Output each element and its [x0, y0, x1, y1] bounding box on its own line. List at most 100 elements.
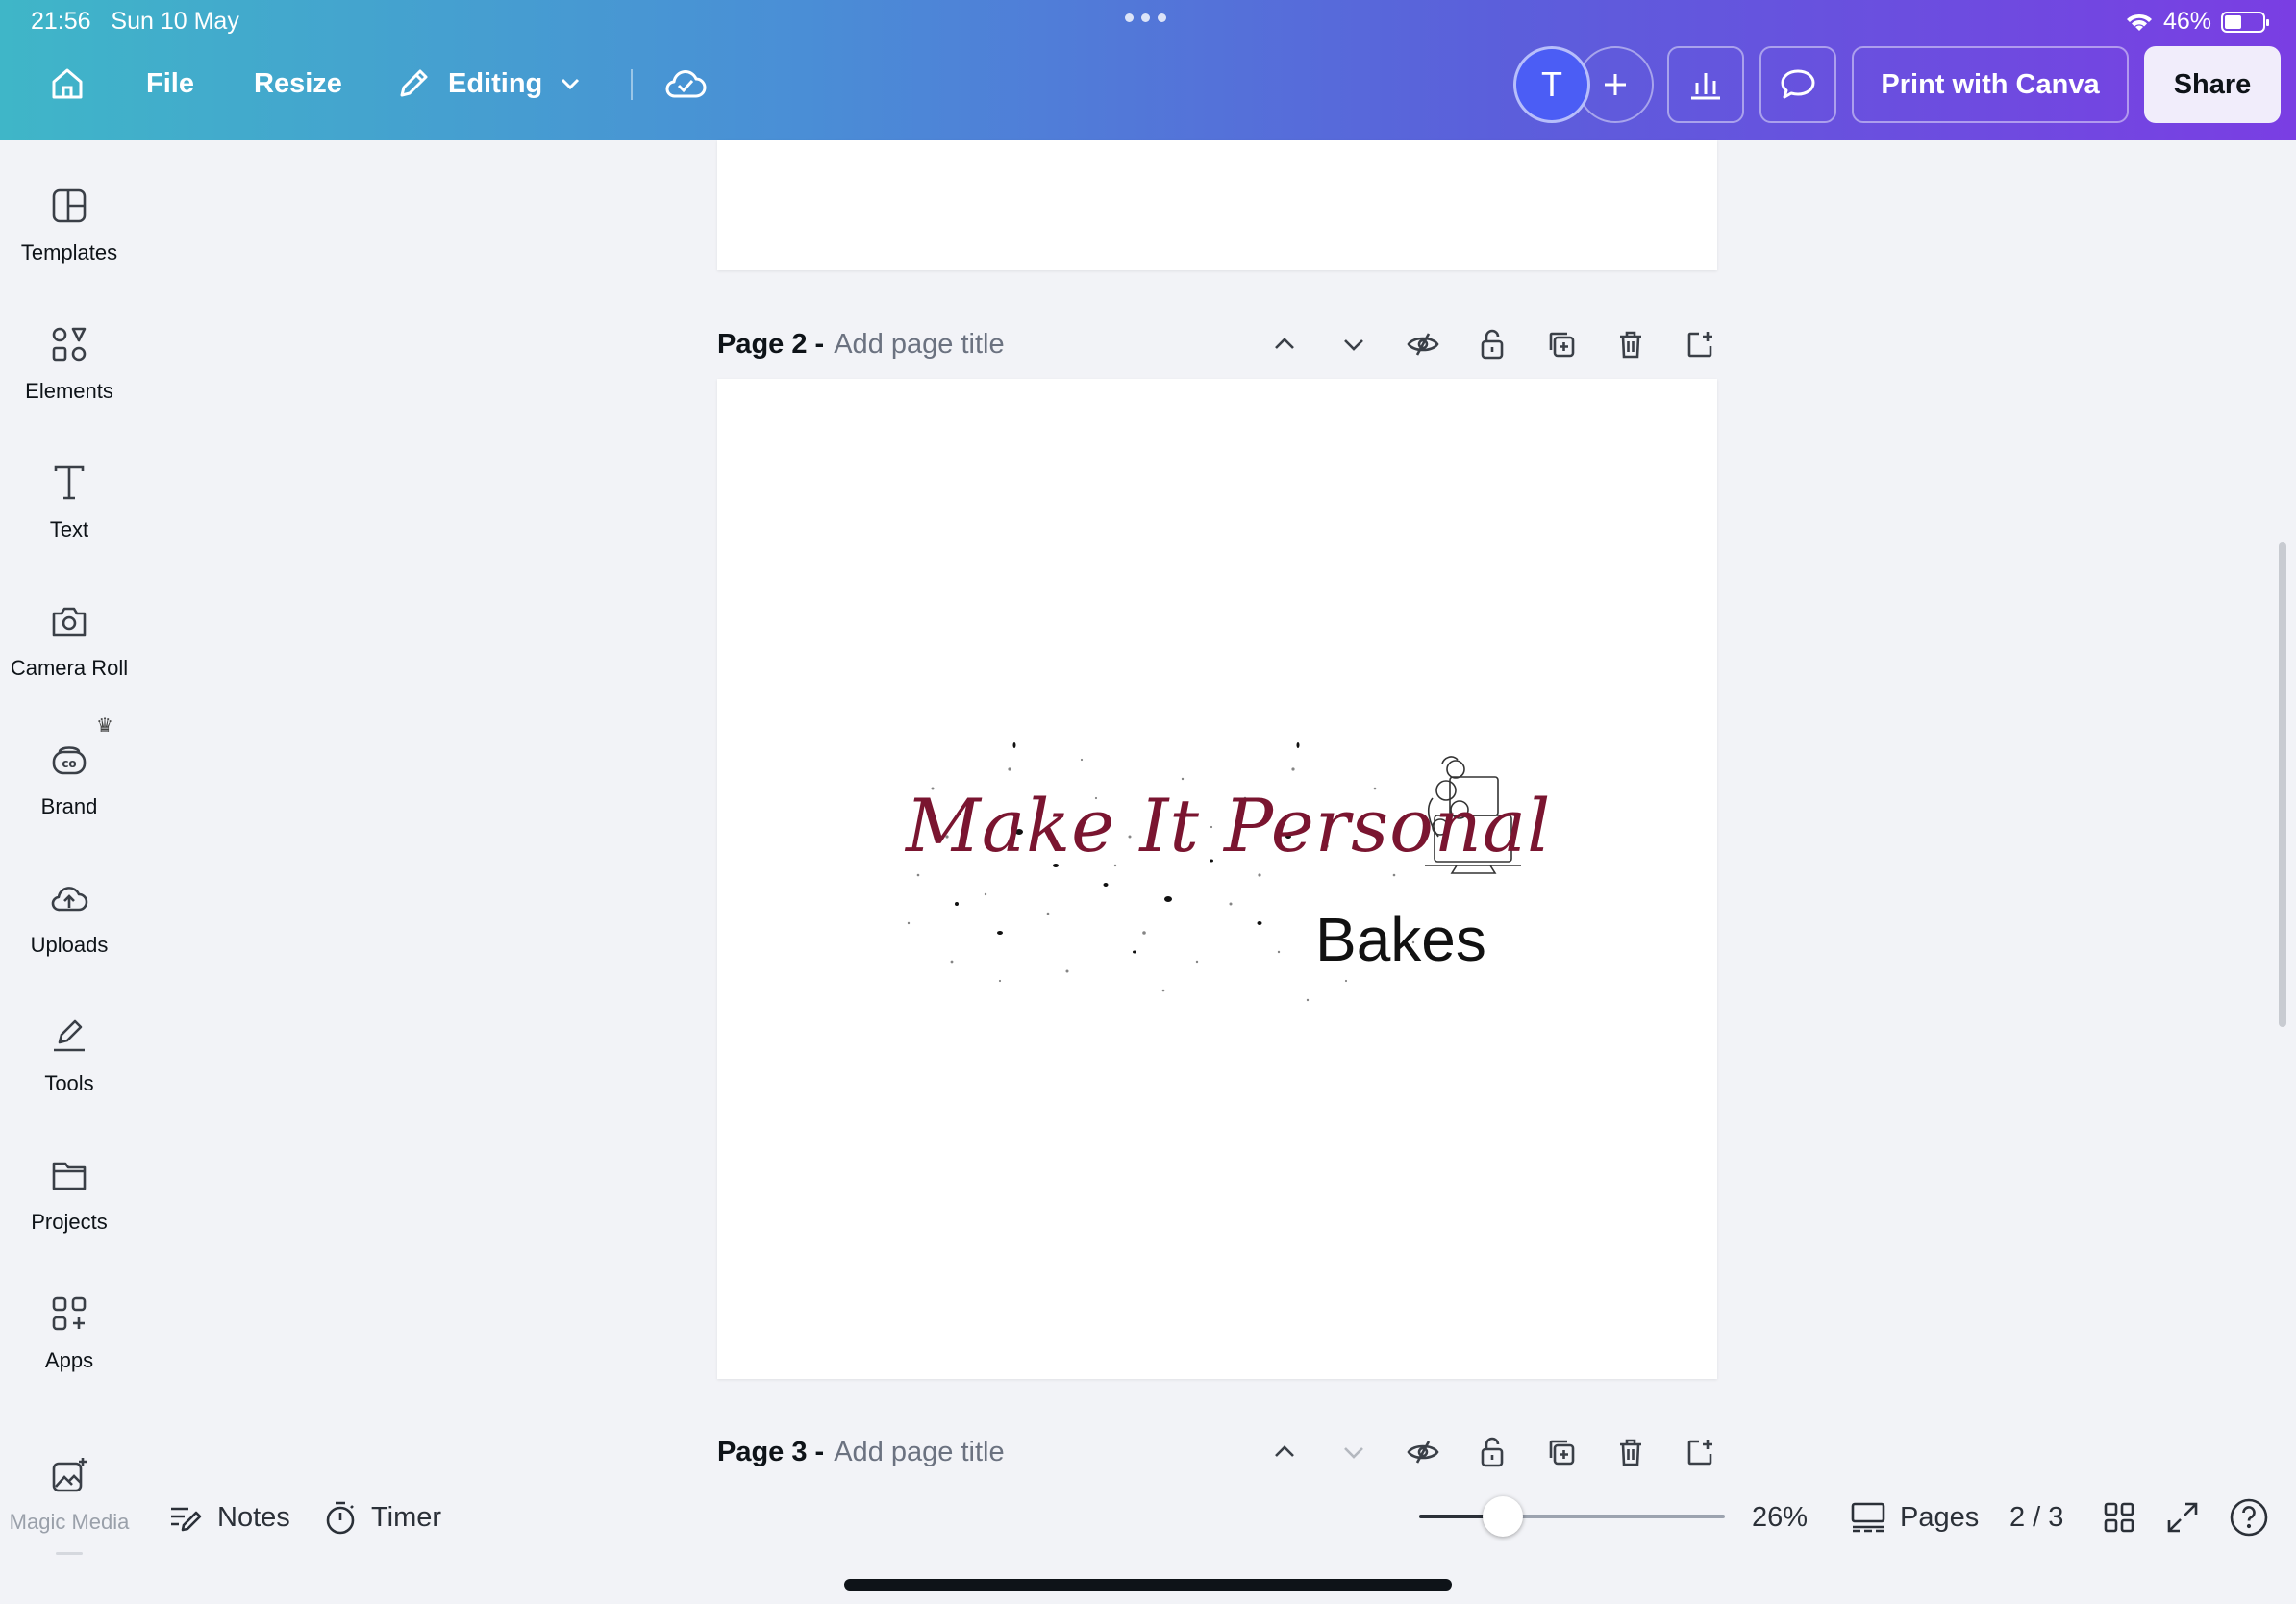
- add-page-icon: [1687, 332, 1712, 358]
- timer-icon: [326, 1501, 355, 1535]
- notes-icon: [171, 1507, 202, 1532]
- battery-percent: 46%: [2162, 8, 2211, 35]
- sidebar-item-label: Uploads: [30, 933, 109, 957]
- page-actions: [1267, 327, 1717, 362]
- wifi-icon: [2126, 13, 2152, 31]
- bar-chart-icon: [1691, 73, 1720, 100]
- vertical-scrollbar[interactable]: [2279, 542, 2286, 1027]
- editing-mode-menu[interactable]: Editing: [394, 60, 583, 108]
- crown-icon: ♛: [96, 715, 113, 737]
- chevron-up-icon: [1275, 338, 1294, 349]
- apps-icon: [52, 1296, 87, 1331]
- duplicate-icon: [1549, 1440, 1575, 1466]
- pencil-icon: [400, 69, 428, 97]
- sidebar-item-label: Magic Media: [9, 1510, 130, 1534]
- duplicate-page-button[interactable]: [1544, 1435, 1579, 1469]
- hide-page-button[interactable]: [1406, 327, 1440, 362]
- logo-script-text: Make It Personal: [906, 783, 1552, 868]
- pen-tool-icon: [54, 1019, 85, 1052]
- home-indicator[interactable]: [844, 1579, 1452, 1591]
- status-right: 46%: [2125, 8, 2269, 36]
- sidebar-item-label: Brand: [40, 794, 98, 818]
- comment-icon: [1781, 69, 1815, 99]
- status-time-date: 21:56 Sun 10 May: [31, 8, 239, 36]
- multitasking-dots[interactable]: [1125, 13, 1166, 22]
- chevron-down-icon: [562, 78, 580, 90]
- share-button[interactable]: Share: [2144, 46, 2281, 123]
- status-date: Sun 10 May: [111, 8, 239, 35]
- home-button[interactable]: [46, 60, 88, 108]
- page-counter[interactable]: 2 / 3: [2009, 1496, 2063, 1539]
- delete-page-button[interactable]: [1613, 1435, 1648, 1469]
- move-page-up-button[interactable]: [1267, 327, 1302, 362]
- left-sidebar: Templates Elements Text Camera Roll ♛ co…: [0, 140, 138, 1604]
- sidebar-item-templates[interactable]: Templates: [0, 185, 138, 265]
- zoom-slider[interactable]: [1419, 1515, 1725, 1518]
- sidebar-item-label: Apps: [44, 1348, 94, 1372]
- make-it-personal-bakes-logo[interactable]: Make It Personal Bakes: [894, 731, 1552, 1029]
- chevron-down-icon: [1344, 339, 1363, 351]
- help-icon: [2230, 1498, 2268, 1537]
- comments-button[interactable]: [1759, 46, 1836, 123]
- notes-button[interactable]: Notes: [167, 1496, 290, 1539]
- zoom-slider-knob[interactable]: [1483, 1496, 1523, 1537]
- text-icon: [54, 465, 85, 500]
- page-title-input[interactable]: Add page title: [834, 329, 1004, 361]
- page-title-input[interactable]: Add page title: [834, 1437, 1004, 1468]
- duplicate-page-button[interactable]: [1544, 327, 1579, 362]
- delete-page-button[interactable]: [1613, 327, 1648, 362]
- sidebar-item-camera-roll[interactable]: Camera Roll: [0, 600, 138, 681]
- sidebar-item-tools[interactable]: Tools: [0, 1015, 138, 1096]
- sidebar-item-elements[interactable]: Elements: [0, 323, 138, 404]
- toolbar-divider: [631, 69, 633, 100]
- expand-icon: [2167, 1502, 2198, 1533]
- sidebar-item-text[interactable]: Text: [0, 462, 138, 542]
- notes-label: Notes: [217, 1501, 290, 1533]
- chevron-down-icon: [1344, 1447, 1363, 1459]
- sidebar-item-label: Elements: [25, 379, 113, 403]
- sidebar-item-label: Text: [49, 517, 89, 541]
- pages-icon: [1851, 1502, 1885, 1533]
- logo-bakes-text: Bakes: [1315, 905, 1486, 974]
- move-page-up-button[interactable]: [1267, 1435, 1302, 1469]
- hide-page-button[interactable]: [1406, 1435, 1440, 1469]
- magic-media-icon: [52, 1458, 87, 1492]
- trash-icon: [1620, 1439, 1641, 1466]
- grid-view-button[interactable]: [2102, 1496, 2136, 1539]
- page-name: Page 3 -: [717, 1436, 825, 1467]
- battery-icon: [2221, 11, 2269, 33]
- add-page-button[interactable]: [1683, 327, 1717, 362]
- sidebar-item-projects[interactable]: Projects: [0, 1154, 138, 1235]
- duplicate-icon: [1549, 332, 1575, 358]
- insights-button[interactable]: [1667, 46, 1744, 123]
- sidebar-item-brand[interactable]: co Brand: [0, 739, 138, 819]
- sidebar-item-apps[interactable]: Apps: [0, 1292, 138, 1373]
- resize-menu[interactable]: Resize: [254, 60, 342, 108]
- sidebar-item-label: Templates: [20, 240, 118, 264]
- print-with-canva-button[interactable]: Print with Canva: [1852, 46, 2129, 123]
- trash-icon: [1620, 331, 1641, 359]
- help-button[interactable]: [2229, 1496, 2269, 1539]
- lock-page-button[interactable]: [1475, 327, 1510, 362]
- fullscreen-button[interactable]: [2165, 1496, 2200, 1539]
- move-page-down-button[interactable]: [1336, 327, 1371, 362]
- move-page-down-button[interactable]: [1336, 1435, 1371, 1469]
- sidebar-item-magic-media[interactable]: Magic Media: [0, 1454, 138, 1535]
- sidebar-item-uploads[interactable]: Uploads: [0, 877, 138, 958]
- cloud-saved-button[interactable]: [663, 60, 708, 108]
- add-page-button[interactable]: [1683, 1435, 1717, 1469]
- page-1-canvas[interactable]: [717, 140, 1717, 270]
- templates-icon: [52, 188, 87, 223]
- top-toolbar: 21:56 Sun 10 May 46% File Resize Editing…: [0, 0, 2296, 140]
- camera-icon: [52, 607, 87, 637]
- avatar[interactable]: T: [1513, 46, 1590, 123]
- file-menu[interactable]: File: [146, 60, 194, 108]
- lock-page-button[interactable]: [1475, 1435, 1510, 1469]
- plus-icon: [1605, 74, 1626, 95]
- timer-button[interactable]: Timer: [323, 1496, 441, 1539]
- lock-icon: [1481, 1437, 1504, 1467]
- elements-icon: [52, 327, 87, 362]
- zoom-level[interactable]: 26%: [1752, 1496, 1808, 1539]
- page-3-header: Page 3 - Add page title: [717, 1429, 1717, 1475]
- pages-button[interactable]: Pages: [1850, 1496, 1979, 1539]
